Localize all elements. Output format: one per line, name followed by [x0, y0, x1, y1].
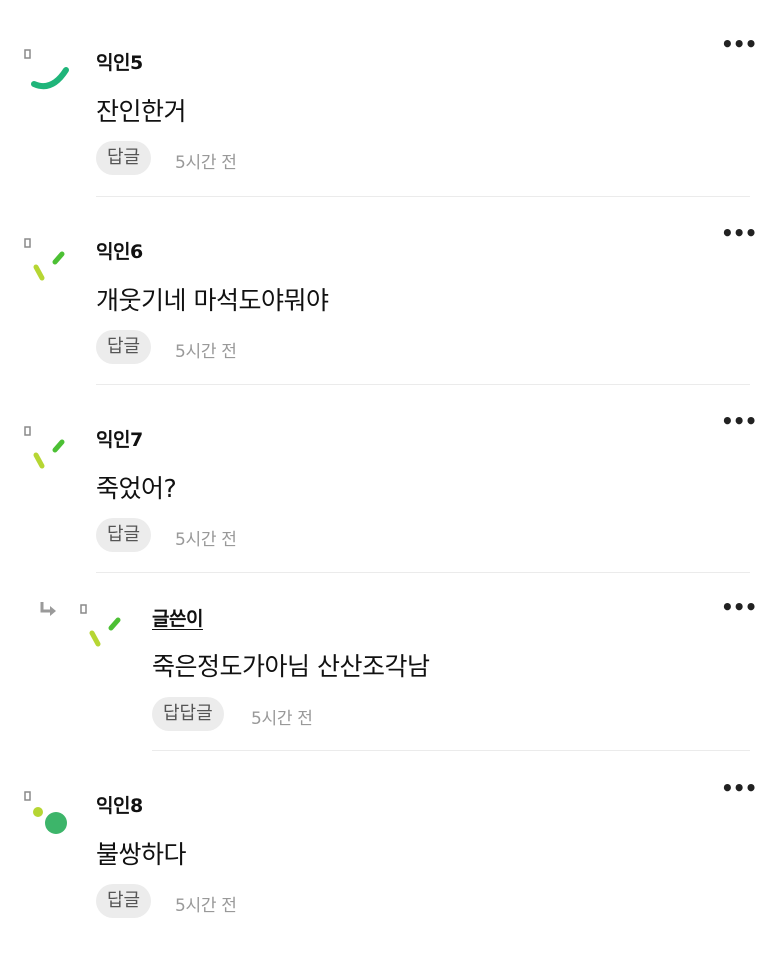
comment-text: 불쌍하다: [96, 840, 187, 869]
avatar-green-dots-icon[interactable]: [22, 785, 82, 845]
reply-button[interactable]: 답글: [96, 884, 152, 918]
commenter-name[interactable]: 익인8: [96, 791, 143, 818]
timestamp: 5시간 전: [175, 896, 237, 916]
more-options-icon[interactable]: •••: [721, 776, 757, 800]
green-dots-icon: [24, 791, 67, 834]
comment-item: 익인8 불쌍하다 답글 5시간 전 •••: [0, 0, 768, 960]
